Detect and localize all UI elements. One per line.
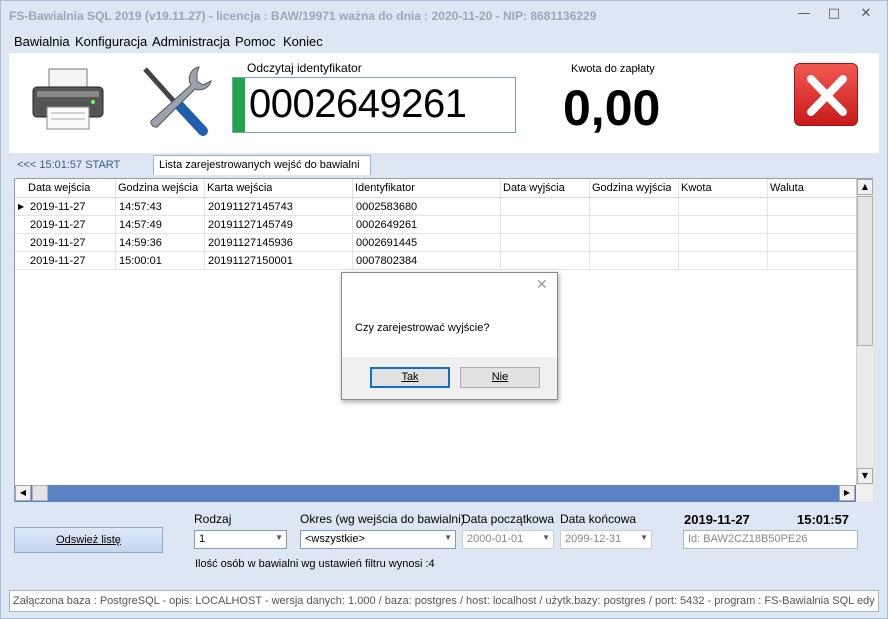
chevron-down-icon: ▼ [444,533,452,542]
menu-bawialnia[interactable]: Bawialnia [14,34,70,49]
date-from-label: Data początkowa [462,512,555,526]
cell: 14:57:49 [119,219,162,231]
menu-konfiguracja[interactable]: Konfiguracja [75,34,147,49]
scroll-corner [856,485,873,502]
cell: 20191127145749 [208,219,293,231]
table-row[interactable]: 2019-11-27 14:59:36 20191127145936 00026… [15,234,856,252]
table-row[interactable]: ▶ 2019-11-27 14:57:43 20191127145743 000… [15,198,856,216]
minimize-icon[interactable]: — [791,4,817,24]
yes-label: Tak [401,371,419,383]
yes-button[interactable]: Tak [370,367,450,388]
vertical-scrollbar[interactable]: ▲ ▼ [856,179,873,485]
cell: 0007802384 [356,255,418,267]
no-button[interactable]: Nie [460,367,540,388]
filter-panel: Odswież listę Rodzaj 1 ▼ Okres (wg wejśc… [1,506,887,586]
cell: 20191127145743 [208,201,293,213]
col-data-wyjscia[interactable]: Data wyjścia [503,182,565,194]
table-row[interactable]: 2019-11-27 15:00:01 20191127150001 00078… [15,252,856,270]
current-time: 15:01:57 [797,512,850,527]
cell: 20191127145936 [208,237,293,249]
cell: 2019-11-27 [30,237,86,249]
table-row[interactable]: 2019-11-27 14:57:49 20191127145749 00026… [15,216,856,234]
identifier-value: 0002649261 [249,82,467,126]
chevron-down-icon: ▼ [542,533,550,542]
amount-value: 0,00 [563,80,661,136]
cell: 2019-11-27 [30,219,86,231]
dialog-message: Czy zarejestrować wyjście? [355,322,490,334]
rodzaj-select[interactable]: 1 ▼ [194,530,287,549]
confirm-dialog: ✕ Czy zarejestrować wyjście? Tak Nie [341,272,558,400]
window-close-icon[interactable]: ✕ [853,4,879,24]
close-icon[interactable] [794,63,858,126]
identifier-label: Odczytaj identyfikator [247,61,362,75]
col-identyfikator[interactable]: Identyfikator [355,182,415,194]
tab-bar: <<< 15:01:57 START Lista zarejestrowanyc… [9,155,879,175]
cell: 14:59:36 [119,237,162,249]
col-kwota[interactable]: Kwota [681,182,712,194]
window-title: FS-Bawialnia SQL 2019 (v19.11.27) - lice… [9,9,597,23]
status-bar: Załączona baza : PostgreSQL - opis: LOCA… [9,590,879,612]
okres-select[interactable]: <wszystkie> ▼ [300,530,456,549]
rodzaj-value: 1 [199,533,206,545]
horizontal-scroll-thumb[interactable] [32,485,48,501]
okres-value: <wszystkie> [305,533,365,545]
okres-label: Okres (wg wejścia do bawialni) [300,512,465,526]
tools-icon[interactable] [137,63,213,137]
cell: 0002691445 [356,237,418,249]
app-window: FS-Bawialnia SQL 2019 (v19.11.27) - lice… [0,0,888,619]
id-field: Id: BAW2CZ18B50PE26 [683,530,858,549]
horizontal-scrollbar[interactable]: ◀ ▶ [15,485,856,502]
menu-koniec[interactable]: Koniec [283,34,323,49]
menu-administracja[interactable]: Administracja [152,34,230,49]
scroll-right-icon[interactable]: ▶ [839,485,855,501]
maximize-icon[interactable]: □ [821,4,847,24]
row-pointer-icon: ▶ [18,202,25,211]
refresh-button[interactable]: Odswież listę [14,527,163,553]
amount-label: Kwota do zapłaty [571,63,655,75]
cell: 14:57:43 [119,201,162,213]
date-to-label: Data końcowa [560,512,637,526]
cell: 0002649261 [356,219,418,231]
identifier-status-bar [233,78,245,132]
cell: 2019-11-27 [30,255,86,267]
menu-bar: Bawialnia Konfiguracja Administracja Pom… [1,31,887,51]
title-bar: FS-Bawialnia SQL 2019 (v19.11.27) - lice… [1,1,887,31]
col-godzina-wejscia[interactable]: Godzina wejścia [118,182,198,194]
count-text: Ilość osób w bawialni wg ustawień filtru… [195,558,435,570]
identifier-input[interactable]: 0002649261 [232,77,516,133]
rodzaj-label: Rodzaj [194,512,232,526]
tab-start[interactable]: <<< 15:01:57 START [17,159,120,171]
col-karta-wejscia[interactable]: Karta wejścia [207,182,272,194]
no-label: Nie [491,371,509,383]
dialog-close-icon[interactable]: ✕ [536,277,548,293]
cell: 0002583680 [356,201,418,213]
vertical-scroll-thumb[interactable] [857,196,873,346]
cell: 15:00:01 [119,255,162,267]
col-data-wejscia[interactable]: Data wejścia [28,182,90,194]
date-to-picker[interactable]: 2099-12-31 ▼ [560,530,652,549]
menu-pomoc[interactable]: Pomoc [235,34,275,49]
col-godzina-wyjscia[interactable]: Godzina wyjścia [592,182,671,194]
scroll-up-icon[interactable]: ▲ [857,179,873,195]
scroll-left-icon[interactable]: ◀ [15,485,31,501]
chevron-down-icon: ▼ [275,533,283,542]
chevron-down-icon: ▼ [640,533,648,542]
dialog-footer: Tak Nie [342,357,557,399]
current-date: 2019-11-27 [684,512,750,527]
cell: 20191127150001 [208,255,293,267]
tab-entries-list[interactable]: Lista zarejestrowanych wejść do bawialni [153,155,371,175]
date-to-value: 2099-12-31 [565,533,622,545]
date-from-value: 2000-01-01 [467,533,524,545]
date-from-picker[interactable]: 2000-01-01 ▼ [462,530,554,549]
scroll-down-icon[interactable]: ▼ [857,468,873,484]
printer-icon[interactable] [29,67,107,131]
cell: 2019-11-27 [30,201,86,213]
grid-header: Data wejścia Godzina wejścia Karta wejśc… [15,179,856,198]
col-waluta[interactable]: Waluta [770,182,804,194]
